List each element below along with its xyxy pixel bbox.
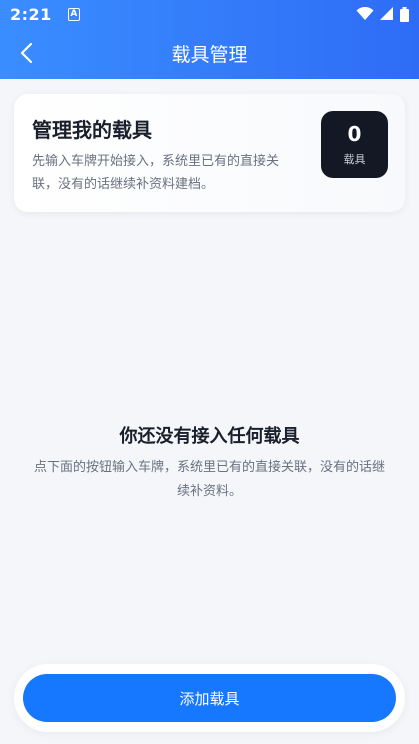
vehicle-count-badge: 0 载具: [321, 111, 388, 178]
vehicle-count: 0: [347, 122, 362, 146]
chevron-left-icon: [20, 42, 33, 64]
page-title: 载具管理: [171, 44, 248, 66]
status-time: 2:21: [10, 4, 52, 24]
empty-state-description: 点下面的按钮输入车牌，系统里已有的直接关联，没有的话继续补资料。: [34, 460, 386, 499]
summary-card: 管理我的载具 先输入车牌开始接入，系统里已有的直接关联，没有的话继续补资料建档。…: [14, 94, 405, 212]
add-vehicle-button[interactable]: 添加载具: [23, 674, 396, 722]
navigation-bar: 载具管理: [0, 28, 419, 79]
vehicle-count-label: 载具: [343, 153, 366, 166]
back-button[interactable]: [10, 37, 42, 69]
bottom-action-bar: 添加载具: [14, 664, 405, 732]
signal-icon: [380, 7, 393, 20]
summary-description: 先输入车牌开始接入，系统里已有的直接关联，没有的话继续补资料建档。: [32, 154, 280, 192]
status-bar: 2:21 A: [0, 0, 419, 28]
wifi-icon: [356, 7, 374, 20]
empty-state-title: 你还没有接入任何载具: [119, 426, 300, 447]
summary-title: 管理我的载具: [32, 118, 152, 142]
notification-icon: A: [67, 7, 80, 21]
battery-icon: [400, 6, 409, 22]
